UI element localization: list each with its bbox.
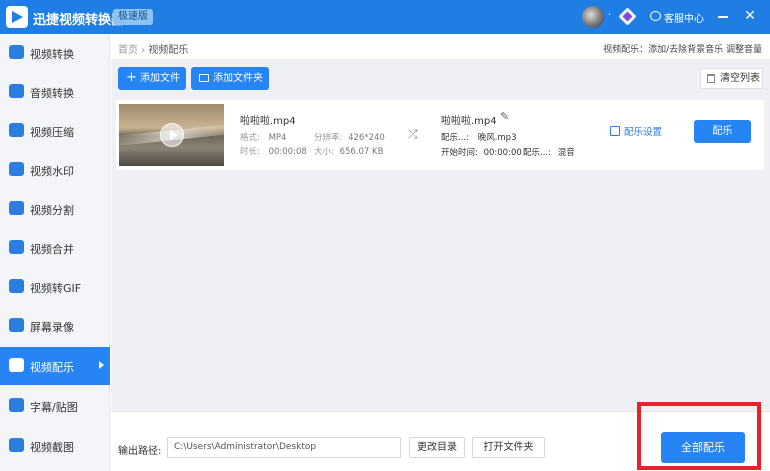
output-path-field[interactable]: C:\Users\Administrator\Desktop xyxy=(167,437,401,458)
close-button[interactable]: ✕ xyxy=(742,8,758,24)
sidebar-item-label: 视频转换 xyxy=(30,48,74,61)
sidebar-item-label: 音频转换 xyxy=(30,87,74,100)
screenshot-icon xyxy=(9,438,24,452)
app-name: 迅捷视频转换器 xyxy=(33,13,125,28)
plus-icon: + xyxy=(126,70,137,85)
user-avatar[interactable] xyxy=(582,6,604,28)
chevron-right-icon xyxy=(99,361,104,369)
mix-mode-meta: 配乐...: 混音 xyxy=(523,146,575,158)
video-convert-icon xyxy=(9,45,24,59)
edit-settings-icon xyxy=(610,126,620,136)
clear-list-button[interactable]: 清空列表 xyxy=(700,68,763,89)
sidebar-item-video-convert[interactable]: 视频转换 xyxy=(0,34,110,72)
main-content: + 添加文件 添加文件夹 清空列表 啦啦啦.mp4 格式: MP4 分辨率: 4… xyxy=(111,60,770,411)
minimize-button[interactable] xyxy=(715,8,731,24)
sidebar-item-screen-record[interactable]: 屏幕录像 xyxy=(0,307,110,345)
music-settings-label: 配乐设置 xyxy=(624,127,663,138)
add-file-label: 添加文件 xyxy=(140,73,180,84)
sidebar-item-video-compress[interactable]: 视频压缩 xyxy=(0,112,110,150)
folder-icon xyxy=(199,74,209,82)
add-folder-label: 添加文件夹 xyxy=(213,73,263,84)
breadcrumb-home[interactable]: 首页 xyxy=(118,45,138,56)
add-file-button[interactable]: + 添加文件 xyxy=(118,67,186,90)
gif-icon xyxy=(9,279,24,293)
screen-record-icon xyxy=(9,318,24,332)
open-folder-button[interactable]: 打开文件夹 xyxy=(472,437,545,458)
play-icon[interactable] xyxy=(160,123,184,147)
breadcrumb-separator: › xyxy=(141,45,146,56)
sidebar-item-label: 视频配乐 xyxy=(30,361,74,374)
add-music-button[interactable]: 配乐 xyxy=(694,120,751,143)
size-label: 大小: xyxy=(314,147,334,157)
sidebar-item-label: 视频水印 xyxy=(30,165,74,178)
resolution-meta: 分辨率: 426*240 xyxy=(314,131,385,143)
add-folder-button[interactable]: 添加文件夹 xyxy=(191,67,269,90)
sidebar-item-video-music[interactable]: 视频配乐 xyxy=(0,347,110,385)
video-thumbnail[interactable] xyxy=(119,104,224,166)
merge-icon xyxy=(9,240,24,254)
output-file-name: 啦啦啦.mp4 xyxy=(441,116,497,127)
shuffle-icon: ⤮ xyxy=(408,127,418,141)
edit-icon[interactable]: ✎ xyxy=(500,110,509,123)
sidebar-item-label: 视频压缩 xyxy=(30,126,74,139)
size-meta: 大小: 656.07 KB xyxy=(314,145,383,157)
edition-badge: 极速版 xyxy=(113,9,153,25)
duration-label: 时长: xyxy=(240,147,260,157)
output-path-label: 输出路径: xyxy=(118,446,162,457)
sidebar-item-gif[interactable]: 视频转GIF xyxy=(0,268,110,306)
split-icon xyxy=(9,201,24,215)
breadcrumb-current: 视频配乐 xyxy=(148,45,189,56)
music-value: 晚风.mp3 xyxy=(477,133,517,143)
sidebar-item-split[interactable]: 视频分割 xyxy=(0,190,110,228)
sidebar-item-merge[interactable]: 视频合并 xyxy=(0,229,110,267)
sidebar-item-watermark[interactable]: 视频水印 xyxy=(0,151,110,189)
audio-convert-icon xyxy=(9,84,24,98)
highlight-annotation xyxy=(637,402,761,470)
sidebar-item-label: 视频分割 xyxy=(30,204,74,217)
video-compress-icon xyxy=(9,123,24,137)
source-file-name: 啦啦啦.mp4 xyxy=(240,116,296,127)
subtitle-icon xyxy=(9,398,24,412)
sidebar-item-label: 字幕/贴图 xyxy=(30,401,78,414)
file-list-item: 啦啦啦.mp4 格式: MP4 分辨率: 426*240 时长: 00:00:0… xyxy=(116,100,764,170)
clear-list-label: 清空列表 xyxy=(720,73,760,84)
customer-service-link[interactable]: 客服中心 xyxy=(664,10,704,25)
start-time-meta: 开始时间: 00:00:00 xyxy=(441,146,522,158)
mix-mode-value: 混音 xyxy=(557,148,575,158)
resolution-label: 分辨率: xyxy=(314,133,343,143)
music-settings-link[interactable]: 配乐设置 xyxy=(610,124,662,138)
size-value: 656.07 KB xyxy=(339,147,384,157)
start-time-value: 00:00:00 xyxy=(483,148,522,158)
chat-icon[interactable] xyxy=(650,11,661,21)
format-meta: 格式: MP4 xyxy=(240,131,286,143)
music-label: 配乐...: xyxy=(441,133,469,143)
avatar-dot: · xyxy=(608,10,612,21)
title-bar: 迅捷视频转换器 极速版 · 客服中心 ✕ xyxy=(0,0,770,34)
change-directory-button[interactable]: 更改目录 xyxy=(409,437,465,458)
start-time-label: 开始时间: xyxy=(441,148,478,158)
format-value: MP4 xyxy=(268,133,287,143)
sidebar-item-label: 屏幕录像 xyxy=(30,321,74,334)
format-label: 格式: xyxy=(240,133,260,143)
app-logo-icon xyxy=(6,6,28,28)
sidebar-item-subtitle[interactable]: 字幕/贴图 xyxy=(0,387,110,425)
duration-value: 00:00:08 xyxy=(268,147,307,157)
mix-mode-label: 配乐...: xyxy=(523,148,551,158)
music-icon xyxy=(9,358,24,372)
sidebar: 视频转换 音频转换 视频压缩 视频水印 视频分割 视频合并 视频转GIF 屏幕录… xyxy=(0,34,110,471)
sidebar-item-label: 视频转GIF xyxy=(30,282,82,295)
breadcrumb-bar: 首页 › 视频配乐 视频配乐：添加/去除背景音乐 调整音量 xyxy=(111,34,770,60)
sidebar-item-audio-convert[interactable]: 音频转换 xyxy=(0,73,110,111)
sidebar-item-screenshot[interactable]: 视频截图 xyxy=(0,427,110,465)
music-meta: 配乐...: 晚风.mp3 xyxy=(441,131,516,143)
trash-icon xyxy=(707,74,715,83)
resolution-value: 426*240 xyxy=(348,133,385,143)
duration-meta: 时长: 00:00:08 xyxy=(240,145,307,157)
sidebar-item-label: 视频截图 xyxy=(30,441,74,454)
feature-description: 视频配乐：添加/去除背景音乐 调整音量 xyxy=(603,45,762,55)
sidebar-item-label: 视频合并 xyxy=(30,243,74,256)
watermark-icon xyxy=(9,162,24,176)
vip-icon[interactable] xyxy=(618,7,637,26)
breadcrumb: 首页 › 视频配乐 xyxy=(118,41,188,56)
